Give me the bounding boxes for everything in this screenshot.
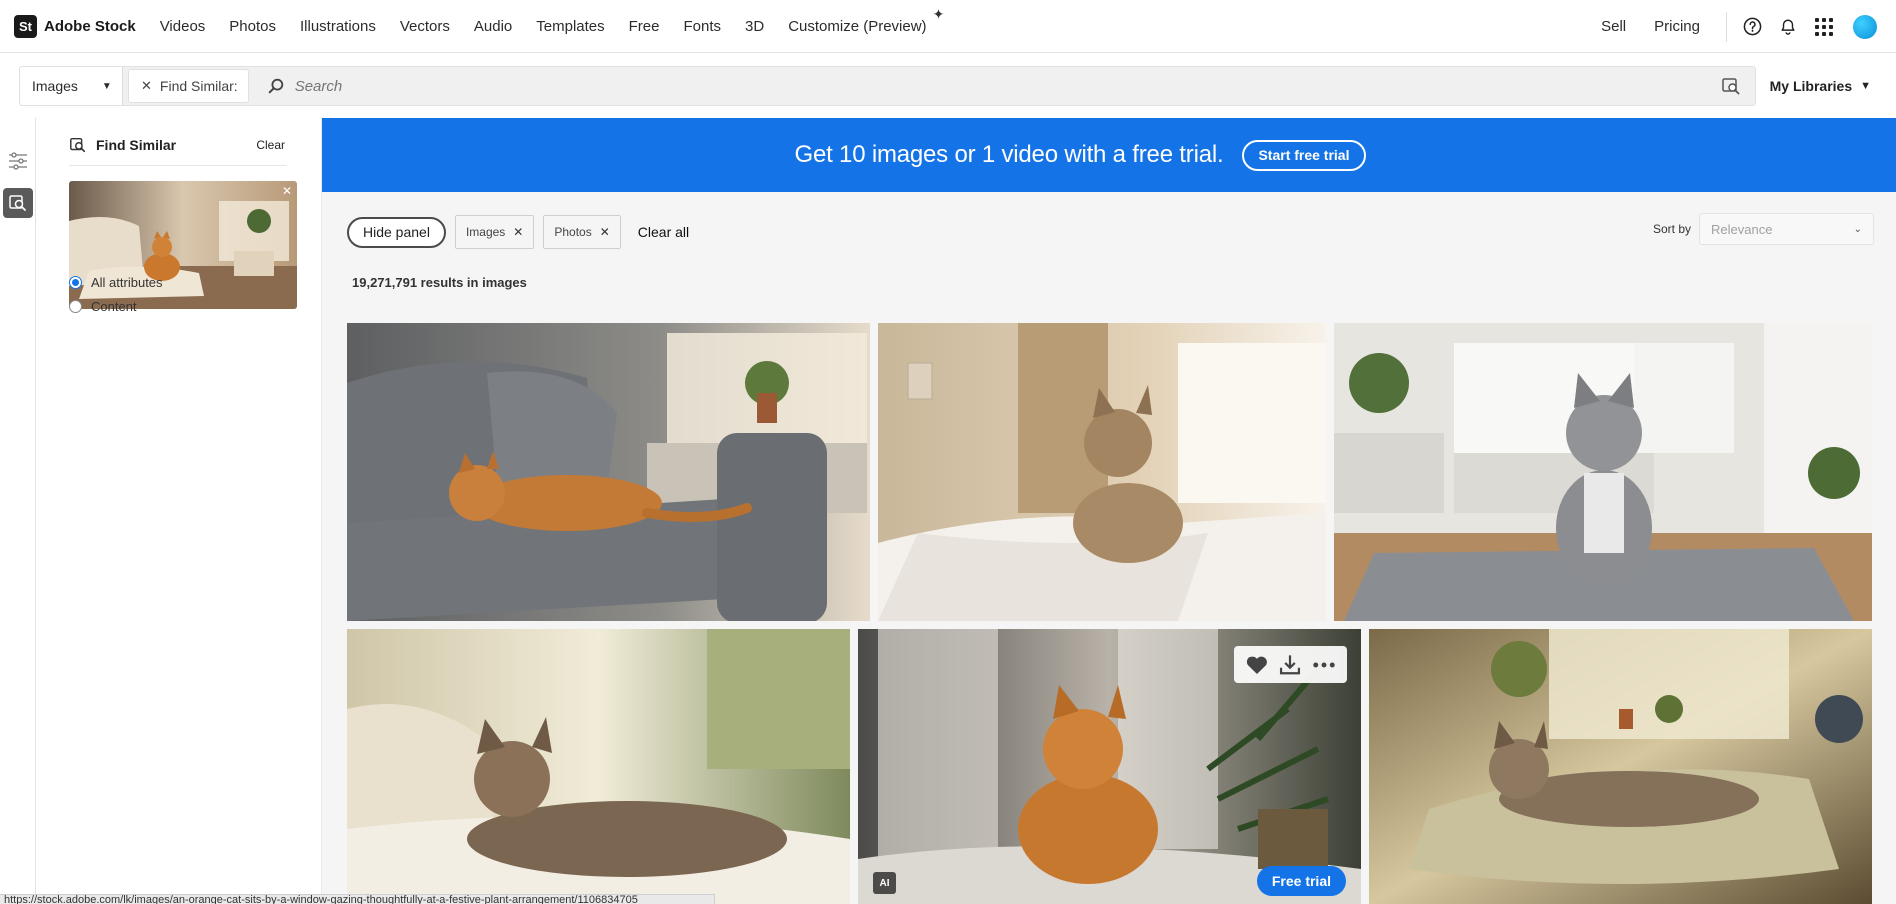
- panel-clear-button[interactable]: Clear: [256, 138, 285, 152]
- logo-mark: St: [14, 14, 37, 38]
- result-image[interactable]: [347, 629, 850, 904]
- search-row: Images ▼ ✕ Find Similar: My Libraries ▼: [0, 54, 1896, 118]
- filter-chip-label: Images: [465, 225, 506, 239]
- my-libraries-label: My Libraries: [1769, 78, 1853, 94]
- option-content[interactable]: Content: [69, 299, 137, 314]
- find-similar-icon: [70, 137, 86, 152]
- result-image[interactable]: [1334, 323, 1872, 621]
- find-similar-panel: Find Similar Clear ✕ All attributes Cont…: [37, 118, 322, 904]
- nav-right: Sell Pricing: [1601, 0, 1896, 53]
- panel-header: Find Similar Clear: [69, 124, 287, 166]
- filter-chip-label: Photos: [554, 225, 592, 239]
- radio-all-attributes[interactable]: [69, 276, 82, 289]
- remove-filter-icon[interactable]: ✕: [600, 225, 610, 239]
- remove-filter-icon[interactable]: ✕: [513, 225, 523, 239]
- adobe-stock-logo[interactable]: St Adobe Stock: [14, 14, 136, 38]
- search-bar: Images ▼ ✕ Find Similar:: [19, 66, 1756, 106]
- remove-find-similar-icon[interactable]: ✕: [141, 78, 152, 94]
- filter-chip-photos: Photos ✕: [543, 215, 621, 249]
- sort-label: Sort by: [1652, 222, 1691, 236]
- asset-type-value: Images: [32, 78, 78, 94]
- chevron-down-icon: ▼: [101, 80, 112, 92]
- find-similar-icon: [9, 195, 26, 211]
- sort-select[interactable]: Relevance ⌄: [1699, 213, 1874, 245]
- filters-toggle-button[interactable]: [3, 146, 33, 176]
- sort-control: Sort by Relevance ⌄: [1653, 213, 1874, 245]
- search-input[interactable]: [294, 69, 1721, 103]
- start-free-trial-button[interactable]: Start free trial: [1242, 139, 1366, 171]
- active-filters: Hide panel Images ✕ Photos ✕ Clear all: [347, 215, 689, 249]
- nav-link-templates[interactable]: Templates: [536, 18, 604, 35]
- bell-icon[interactable]: [1777, 16, 1799, 38]
- result-image[interactable]: [1369, 629, 1872, 904]
- sparkle-icon: ✦: [932, 5, 945, 22]
- download-icon[interactable]: [1279, 654, 1301, 676]
- nav-link-customize[interactable]: Customize (Preview): [788, 18, 926, 35]
- user-avatar[interactable]: [1853, 14, 1877, 39]
- nav-link-illustrations[interactable]: Illustrations: [300, 18, 376, 35]
- browser-status-url: https://stock.adobe.com/lk/images/an-ora…: [0, 894, 715, 904]
- nav-link-fonts[interactable]: Fonts: [683, 18, 721, 35]
- nav-divider: [1726, 11, 1727, 42]
- find-similar-chip: ✕ Find Similar:: [128, 69, 249, 103]
- chevron-down-icon: ⌄: [1853, 223, 1862, 235]
- hide-panel-button[interactable]: Hide panel: [347, 216, 446, 248]
- result-image[interactable]: [347, 323, 870, 621]
- ai-generated-badge: AI: [873, 872, 896, 894]
- sort-value: Relevance: [1711, 221, 1773, 237]
- nav-link-free[interactable]: Free: [629, 18, 660, 35]
- more-options-icon[interactable]: [1313, 654, 1335, 676]
- option-all-attributes[interactable]: All attributes: [69, 275, 163, 290]
- nav-link-3d[interactable]: 3D: [745, 18, 764, 35]
- sell-link[interactable]: Sell: [1601, 18, 1626, 35]
- clear-all-button[interactable]: Clear all: [638, 224, 689, 240]
- nav-link-vectors[interactable]: Vectors: [400, 18, 450, 35]
- brand-name: Adobe Stock: [44, 17, 136, 35]
- like-heart-icon[interactable]: [1246, 654, 1268, 676]
- nav-links: Videos Photos Illustrations Vectors Audi…: [160, 6, 945, 35]
- my-libraries-button[interactable]: My Libraries ▼: [1770, 78, 1871, 94]
- sliders-icon: [9, 152, 27, 170]
- visual-search-icon[interactable]: [1721, 76, 1741, 96]
- option-all-attributes-label: All attributes: [91, 275, 163, 290]
- apps-grid-icon[interactable]: [1813, 16, 1835, 38]
- panel-title: Find Similar: [96, 136, 177, 153]
- chevron-down-icon: ▼: [1860, 80, 1871, 92]
- image-action-bar: [1234, 646, 1347, 683]
- remove-reference-icon[interactable]: ✕: [282, 184, 292, 198]
- filter-chip-images: Images ✕: [454, 215, 535, 249]
- help-icon[interactable]: [1741, 16, 1763, 38]
- nav-link-photos[interactable]: Photos: [229, 18, 276, 35]
- results-count: 19,271,791 results in images: [352, 275, 527, 290]
- pricing-link[interactable]: Pricing: [1654, 18, 1700, 35]
- asset-type-select[interactable]: Images ▼: [20, 67, 123, 105]
- nav-link-videos[interactable]: Videos: [160, 18, 206, 35]
- banner-text: Get 10 images or 1 video with a free tri…: [794, 141, 1224, 168]
- main-content: Get 10 images or 1 video with a free tri…: [322, 118, 1896, 904]
- search-icon: [268, 78, 283, 94]
- free-trial-banner: Get 10 images or 1 video with a free tri…: [322, 118, 1896, 192]
- top-navigation: St Adobe Stock Videos Photos Illustratio…: [0, 0, 1896, 53]
- radio-content[interactable]: [69, 300, 82, 313]
- result-image[interactable]: [878, 323, 1326, 621]
- find-similar-chip-label: Find Similar:: [159, 78, 238, 94]
- find-similar-toggle-button[interactable]: [3, 188, 33, 218]
- left-rail: [0, 118, 36, 904]
- nav-link-audio[interactable]: Audio: [474, 18, 512, 35]
- free-trial-button[interactable]: Free trial: [1256, 866, 1346, 896]
- result-image-hovered[interactable]: AI Free trial: [858, 629, 1361, 904]
- option-content-label: Content: [91, 299, 137, 314]
